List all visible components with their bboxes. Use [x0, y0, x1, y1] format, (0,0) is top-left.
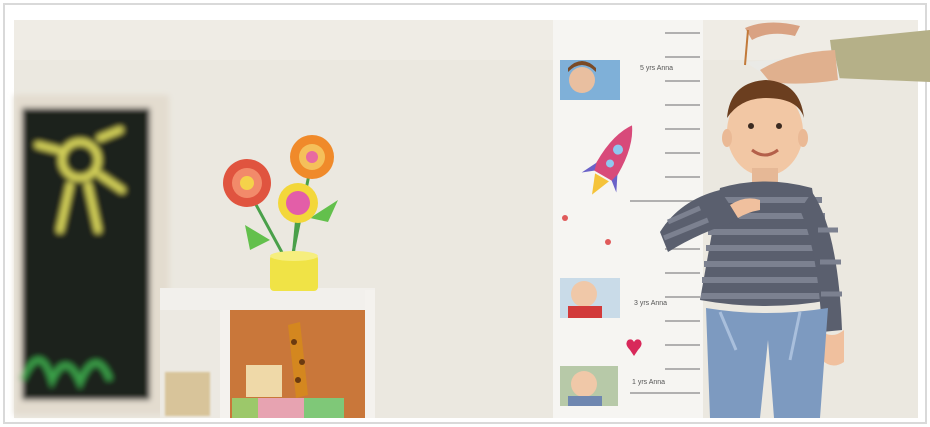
chart-label-middle: 3 yrs Anna: [634, 300, 667, 307]
photo: 5 yrs Anna 3 yrs Anna 1 yrs Anna: [0, 0, 930, 427]
chart-label-bottom: 1 yrs Anna: [632, 379, 665, 386]
photo-frame-bottom: [560, 366, 618, 406]
photo-frame-top: [560, 60, 620, 100]
chart-label-top: 5 yrs Anna: [640, 65, 673, 72]
chalkboard: [14, 95, 169, 415]
shelf: [160, 288, 375, 418]
photo-frame-middle: [560, 278, 620, 318]
